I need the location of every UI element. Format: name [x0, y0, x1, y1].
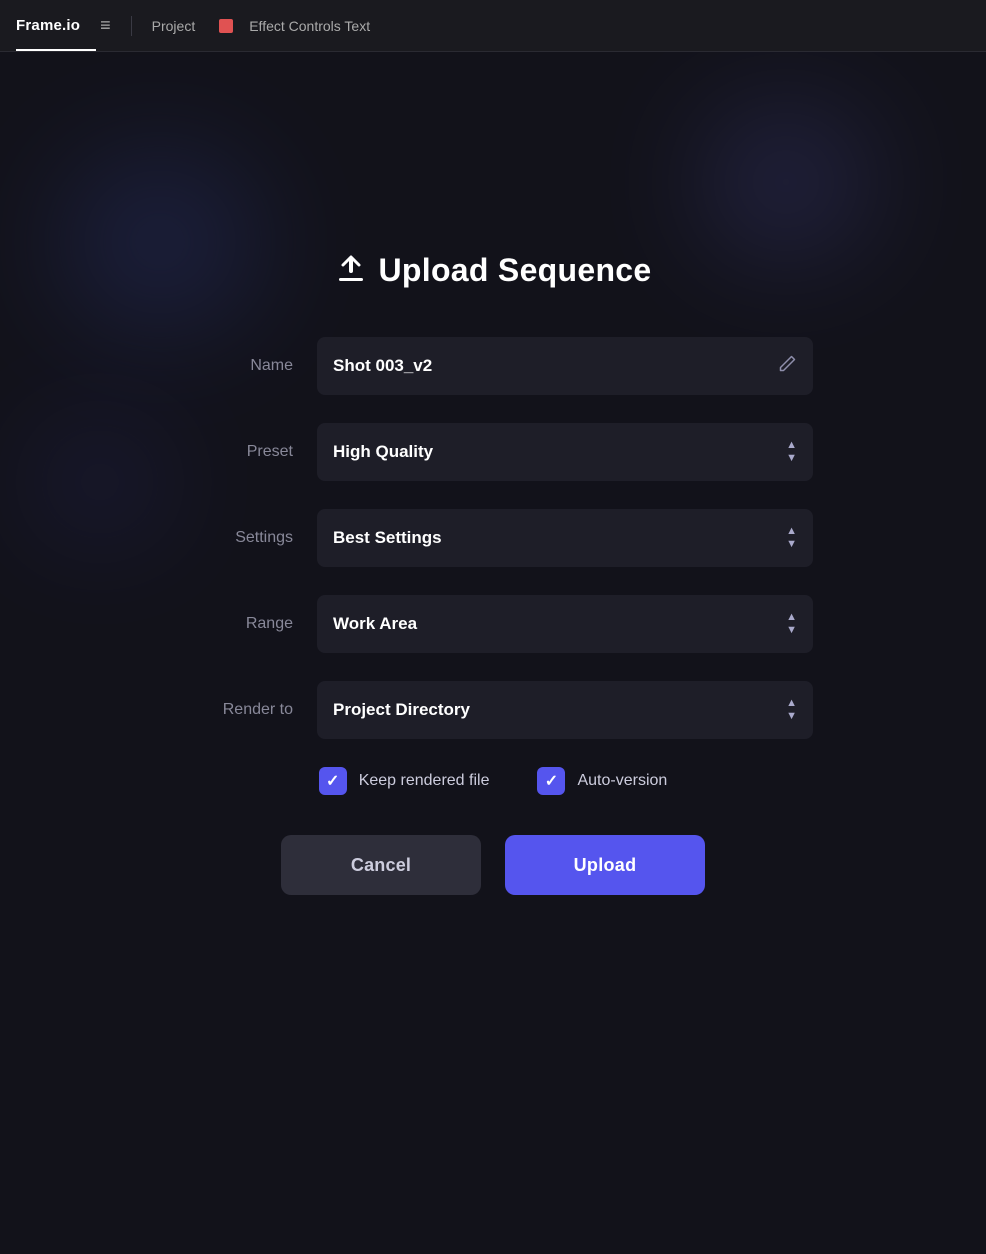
active-tab-underline [16, 49, 96, 51]
render-to-select[interactable]: Project Directory ▲ ▼ [317, 681, 813, 739]
dialog-title: Upload Sequence [379, 252, 652, 289]
checkboxes-row: ✓ Keep rendered file ✓ Auto-version [173, 767, 813, 795]
preset-value: High Quality [333, 442, 433, 462]
name-input[interactable]: Shot 003_v2 [317, 337, 813, 395]
settings-spinner: ▲ ▼ [786, 526, 797, 550]
preset-spinner: ▲ ▼ [786, 440, 797, 464]
preset-select[interactable]: High Quality ▲ ▼ [317, 423, 813, 481]
titlebar: Frame.io ≡ Project Effect Controls Text [0, 0, 986, 52]
upload-dialog: Upload Sequence Name Shot 003_v2 Preset … [173, 252, 813, 895]
upload-header-icon [335, 252, 367, 289]
cancel-button[interactable]: Cancel [281, 835, 481, 895]
preset-field-row: Preset High Quality ▲ ▼ [173, 423, 813, 481]
effect-controls-indicator [219, 19, 233, 33]
keep-rendered-checkbox[interactable]: ✓ [319, 767, 347, 795]
auto-version-checkmark: ✓ [545, 771, 558, 791]
range-select[interactable]: Work Area ▲ ▼ [317, 595, 813, 653]
titlebar-project-label: Project [152, 18, 196, 34]
render-to-value: Project Directory [333, 700, 470, 720]
settings-label: Settings [173, 529, 293, 547]
render-to-spinner: ▲ ▼ [786, 698, 797, 722]
settings-field-row: Settings Best Settings ▲ ▼ [173, 509, 813, 567]
keep-rendered-checkmark: ✓ [326, 771, 339, 791]
keep-rendered-label: Keep rendered file [359, 772, 490, 790]
auto-version-checkbox-item[interactable]: ✓ Auto-version [537, 767, 667, 795]
name-label: Name [173, 357, 293, 375]
preset-label: Preset [173, 443, 293, 461]
titlebar-divider [131, 16, 132, 36]
settings-select[interactable]: Best Settings ▲ ▼ [317, 509, 813, 567]
range-label: Range [173, 615, 293, 633]
keep-rendered-checkbox-item[interactable]: ✓ Keep rendered file [319, 767, 490, 795]
buttons-row: Cancel Upload [173, 835, 813, 895]
range-field-row: Range Work Area ▲ ▼ [173, 595, 813, 653]
range-value: Work Area [333, 614, 417, 634]
menu-icon[interactable]: ≡ [100, 15, 111, 36]
main-content: Upload Sequence Name Shot 003_v2 Preset … [0, 52, 986, 1254]
bg-blob-blue2 [40, 432, 160, 532]
render-to-label: Render to [173, 701, 293, 719]
upload-button[interactable]: Upload [505, 835, 705, 895]
dialog-title-row: Upload Sequence [173, 252, 813, 289]
range-spinner: ▲ ▼ [786, 612, 797, 636]
edit-icon [777, 354, 797, 379]
app-name: Frame.io [16, 17, 80, 34]
effect-controls-label: Effect Controls Text [249, 18, 370, 34]
bg-blob-purple [706, 112, 866, 252]
settings-value: Best Settings [333, 528, 442, 548]
name-value: Shot 003_v2 [333, 356, 432, 376]
auto-version-label: Auto-version [577, 772, 667, 790]
name-field-row: Name Shot 003_v2 [173, 337, 813, 395]
auto-version-checkbox[interactable]: ✓ [537, 767, 565, 795]
render-to-field-row: Render to Project Directory ▲ ▼ [173, 681, 813, 739]
